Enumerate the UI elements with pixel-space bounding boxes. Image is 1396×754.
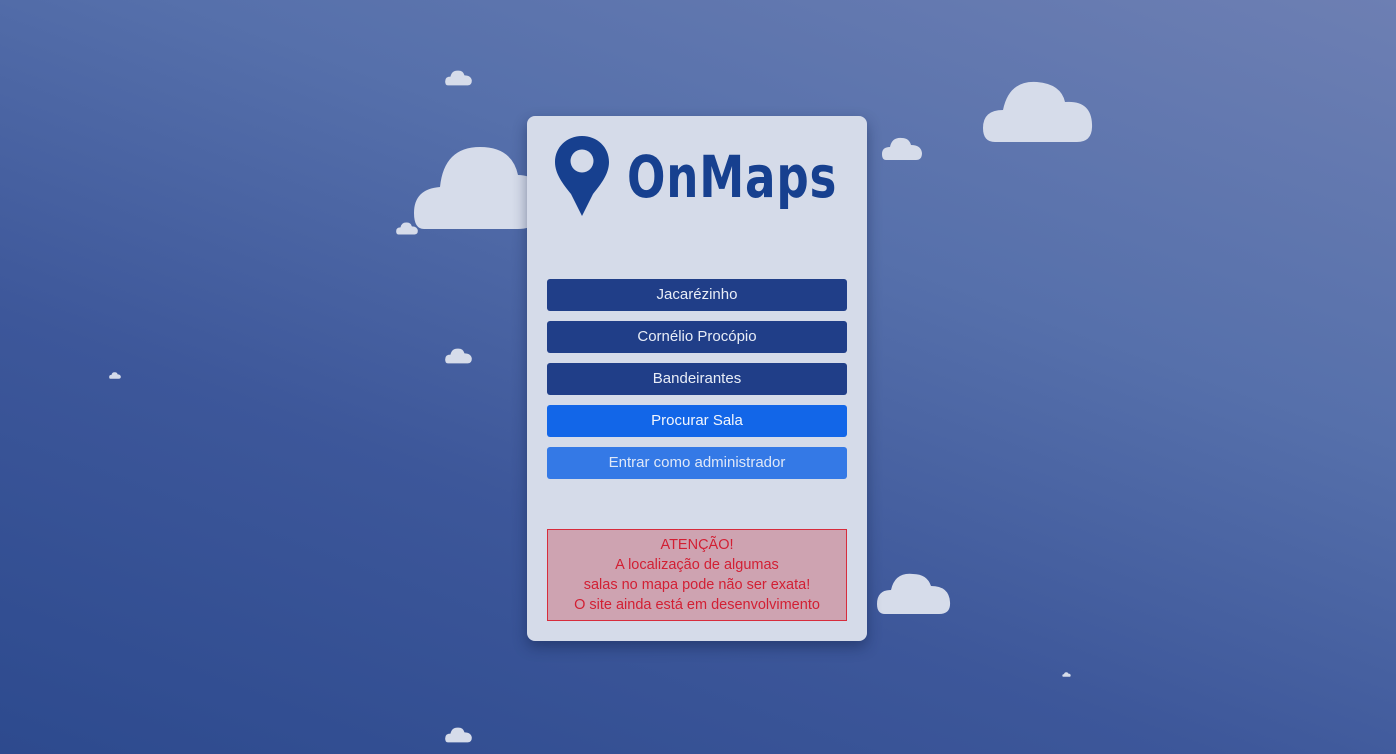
warning-line: O site ainda está em desenvolvimento bbox=[574, 597, 820, 613]
cloud-icon bbox=[1062, 672, 1071, 677]
city-button-cornelio-procopio[interactable]: Cornélio Procópio bbox=[547, 321, 847, 353]
cloud-icon bbox=[414, 145, 544, 231]
brand-logo: OnMaps bbox=[555, 136, 836, 216]
search-room-button[interactable]: Procurar Sala bbox=[547, 405, 847, 437]
cloud-icon bbox=[882, 137, 922, 161]
city-button-jacarezinho[interactable]: Jacarézinho bbox=[547, 279, 847, 311]
admin-login-button[interactable]: Entrar como administrador bbox=[547, 447, 847, 479]
menu-card: OnMaps Jacarézinho Cornélio Procópio Ban… bbox=[527, 116, 867, 641]
warning-line: A localização de algumas bbox=[615, 557, 779, 573]
cloud-icon bbox=[445, 70, 472, 86]
cloud-icon bbox=[877, 572, 951, 616]
warning-title: ATENÇÃO! bbox=[660, 537, 734, 553]
brand-name: OnMaps bbox=[627, 143, 838, 211]
map-pin-icon bbox=[555, 136, 609, 216]
warning-line: salas no mapa pode não ser exata! bbox=[583, 577, 811, 593]
cloud-icon bbox=[109, 372, 121, 379]
cloud-icon bbox=[396, 222, 418, 235]
cloud-icon bbox=[983, 80, 1093, 144]
cloud-icon bbox=[445, 727, 472, 743]
warning-alert: ATENÇÃO! A localização de algumas salas … bbox=[547, 529, 847, 621]
city-button-bandeirantes[interactable]: Bandeirantes bbox=[547, 363, 847, 395]
cloud-icon bbox=[445, 348, 472, 364]
